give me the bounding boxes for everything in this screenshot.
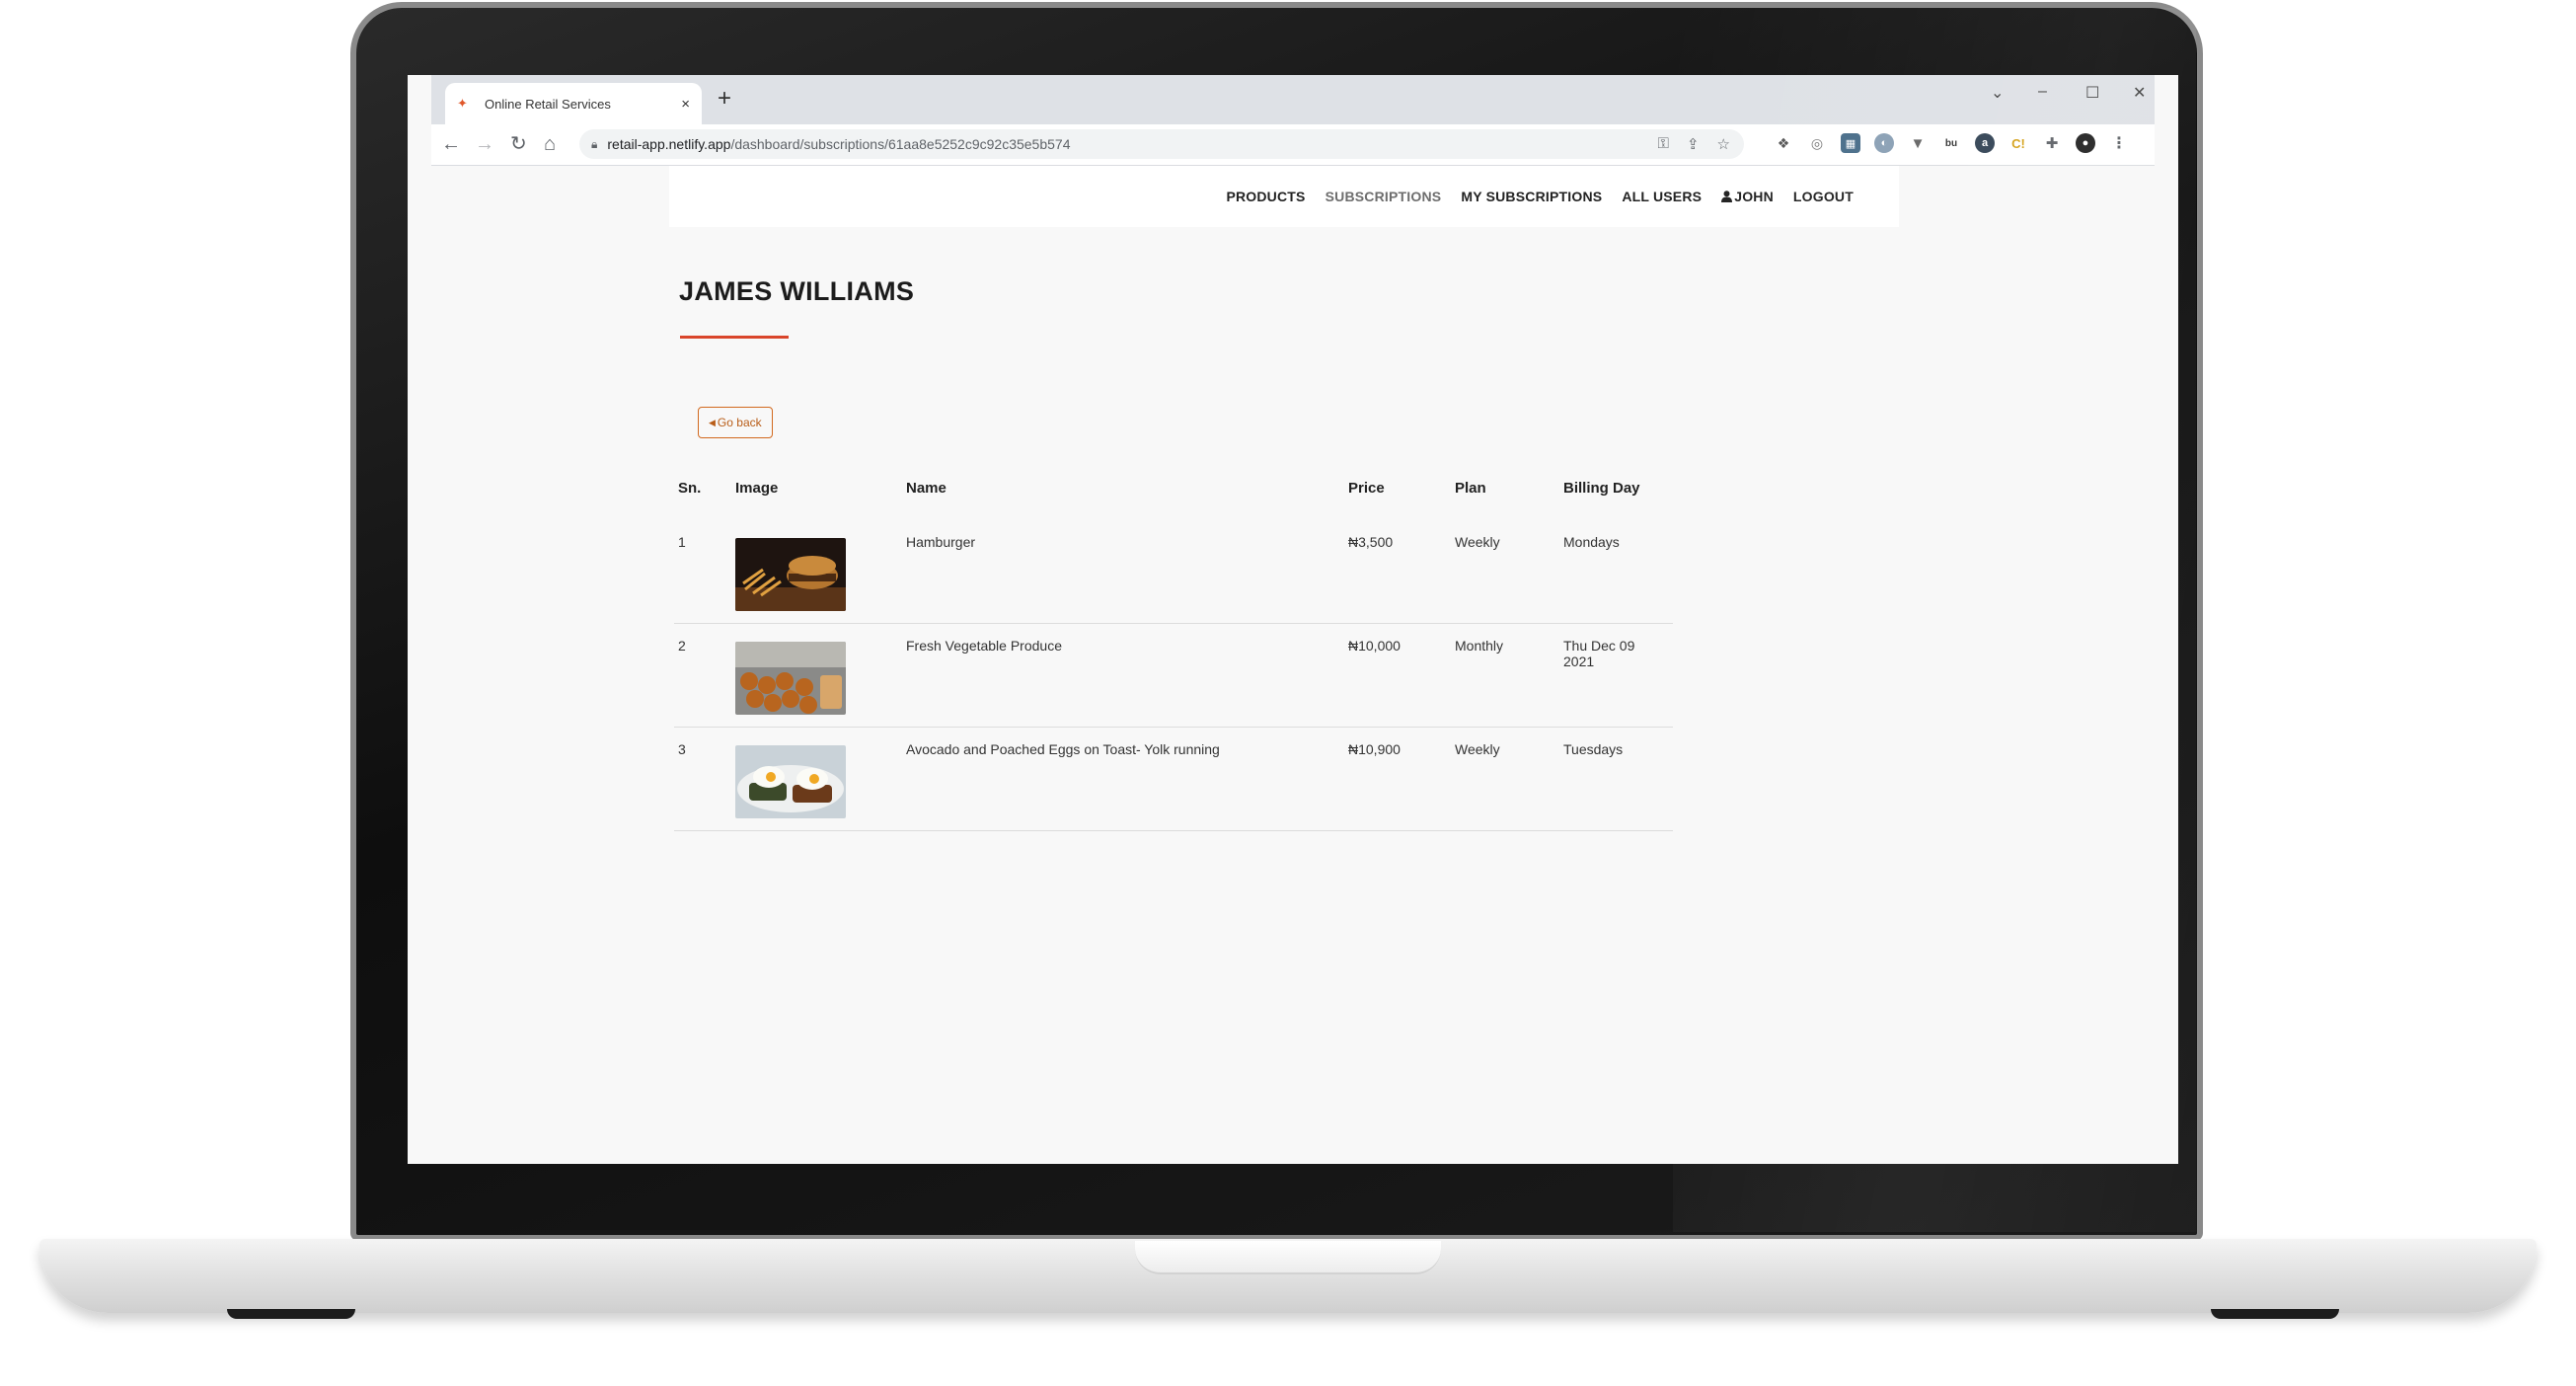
page-title: JAMES WILLIAMS bbox=[679, 276, 915, 306]
nav-products[interactable]: PRODUCTS bbox=[1226, 189, 1305, 204]
lock-icon: 🔒︎ bbox=[591, 136, 598, 151]
extensions-bar: ❖ ◎ ▦ ◐ ▼ bu a C! ✚ ● ⋮ bbox=[1774, 133, 2129, 153]
table-header-row: Sn. Image Name Price Plan Billing Day bbox=[674, 474, 1673, 520]
bookmark-star-icon[interactable]: ☆ bbox=[1717, 135, 1730, 153]
cell-image bbox=[731, 623, 902, 728]
more-menu-icon[interactable]: ⋮ bbox=[2109, 133, 2129, 153]
user-icon bbox=[1721, 191, 1733, 202]
cell-sn: 3 bbox=[674, 727, 731, 831]
maximize-button[interactable]: ☐ bbox=[2085, 83, 2099, 103]
cell-billing-day: Thu Dec 09 2021 bbox=[1559, 623, 1673, 728]
laptop-foot-right bbox=[2211, 1309, 2339, 1319]
cell-price: ₦10,000 bbox=[1344, 623, 1451, 728]
column-header-sn: Sn. bbox=[678, 480, 702, 497]
cell-sn: 1 bbox=[674, 520, 731, 624]
cell-image bbox=[731, 727, 902, 831]
browser-tab[interactable]: ✦ Online Retail Services × bbox=[445, 83, 702, 124]
column-header-name: Name bbox=[906, 480, 947, 497]
tab-strip: ✦ Online Retail Services × + ⌄ – ☐ ✕ bbox=[431, 75, 2155, 124]
forward-icon[interactable]: → bbox=[475, 132, 494, 156]
cell-name: Hamburger bbox=[902, 520, 1344, 624]
table-row[interactable]: 3 Avocado and Poached Eggs on Toast- Yol… bbox=[674, 727, 1673, 831]
poached-eggs-image bbox=[735, 745, 846, 818]
url-path: /dashboard/subscriptions/61aa8e5252c9c92… bbox=[730, 136, 1071, 152]
dropbox-extension-icon[interactable]: ❖ bbox=[1774, 133, 1793, 153]
key-icon[interactable]: ⚿ bbox=[1658, 135, 1669, 153]
nav-user-profile[interactable]: JOHN bbox=[1721, 189, 1774, 204]
extension-icon[interactable]: bu bbox=[1941, 133, 1961, 153]
column-header-image: Image bbox=[735, 480, 779, 497]
nav-my-subscriptions[interactable]: MY SUBSCRIPTIONS bbox=[1461, 189, 1602, 204]
column-header-price: Price bbox=[1348, 480, 1385, 497]
share-icon[interactable]: ⇪ bbox=[1687, 135, 1700, 153]
browser-screen: ✦ Online Retail Services × + ⌄ – ☐ ✕ ← →… bbox=[408, 75, 2178, 1164]
column-header-billing-day: Billing Day bbox=[1563, 480, 1640, 497]
reload-icon[interactable]: ↻ bbox=[510, 132, 527, 156]
cell-billing-day: Tuesdays bbox=[1559, 727, 1673, 831]
extension-icon[interactable]: C! bbox=[2008, 133, 2028, 153]
subscriptions-table: Sn. Image Name Price Plan Billing Day 1 bbox=[674, 474, 1673, 831]
page-content: PRODUCTS SUBSCRIPTIONS MY SUBSCRIPTIONS … bbox=[408, 166, 2178, 1164]
extension-icon[interactable]: a bbox=[1975, 133, 1995, 153]
cell-name: Fresh Vegetable Produce bbox=[902, 623, 1344, 728]
tab-close-icon[interactable]: × bbox=[681, 96, 690, 113]
new-tab-button[interactable]: + bbox=[718, 87, 731, 111]
laptop-notch bbox=[1135, 1241, 1441, 1274]
browser-toolbar: ← → ↻ ⌂ 🔒︎ retail-app.netlify.app/dashbo… bbox=[431, 124, 2155, 166]
cell-billing-day: Mondays bbox=[1559, 520, 1673, 624]
address-bar[interactable]: 🔒︎ retail-app.netlify.app/dashboard/subs… bbox=[579, 129, 1744, 159]
bread-rolls-image bbox=[735, 642, 846, 715]
extension-icon[interactable]: ◐ bbox=[1874, 133, 1894, 153]
extension-icon[interactable]: ▦ bbox=[1841, 133, 1860, 153]
cell-plan: Monthly bbox=[1451, 623, 1559, 728]
cell-image bbox=[731, 520, 902, 624]
window-close-button[interactable]: ✕ bbox=[2133, 83, 2146, 103]
url-host: retail-app.netlify.app bbox=[607, 136, 731, 152]
minimize-button[interactable]: – bbox=[2038, 83, 2047, 101]
tab-search-icon[interactable]: ⌄ bbox=[1991, 83, 2004, 103]
back-icon[interactable]: ← bbox=[441, 132, 461, 156]
caret-left-icon: ◀ bbox=[709, 417, 716, 427]
home-icon[interactable]: ⌂ bbox=[544, 132, 556, 156]
user-name-label: JOHN bbox=[1734, 189, 1774, 204]
top-navbar: PRODUCTS SUBSCRIPTIONS MY SUBSCRIPTIONS … bbox=[669, 166, 1899, 227]
go-back-label: Go back bbox=[717, 416, 762, 429]
cell-price: ₦3,500 bbox=[1344, 520, 1451, 624]
cell-price: ₦10,900 bbox=[1344, 727, 1451, 831]
go-back-button[interactable]: ◀ Go back bbox=[698, 407, 773, 438]
nav-subscriptions[interactable]: SUBSCRIPTIONS bbox=[1326, 189, 1442, 204]
site-favicon-icon: ✦ bbox=[457, 96, 468, 111]
cell-name: Avocado and Poached Eggs on Toast- Yolk … bbox=[902, 727, 1344, 831]
vue-devtools-icon[interactable]: ▼ bbox=[1908, 133, 1928, 153]
nav-all-users[interactable]: ALL USERS bbox=[1622, 189, 1702, 204]
table-row[interactable]: 2 Fresh Vegetable Produce ₦10,000 Monthl… bbox=[674, 623, 1673, 728]
extension-icon[interactable]: ◎ bbox=[1807, 133, 1827, 153]
cell-plan: Weekly bbox=[1451, 520, 1559, 624]
table-row[interactable]: 1 Hamburger ₦3,500 Weekly Mondays bbox=[674, 520, 1673, 624]
column-header-plan: Plan bbox=[1455, 480, 1486, 497]
cell-sn: 2 bbox=[674, 623, 731, 728]
title-underline bbox=[680, 336, 789, 339]
laptop-foot-left bbox=[227, 1309, 355, 1319]
cell-plan: Weekly bbox=[1451, 727, 1559, 831]
extensions-puzzle-icon[interactable]: ✚ bbox=[2042, 133, 2062, 153]
nav-logout[interactable]: LOGOUT bbox=[1793, 189, 1854, 204]
tab-title: Online Retail Services bbox=[485, 96, 611, 112]
hamburger-image bbox=[735, 538, 846, 611]
profile-avatar[interactable]: ● bbox=[2076, 133, 2095, 153]
